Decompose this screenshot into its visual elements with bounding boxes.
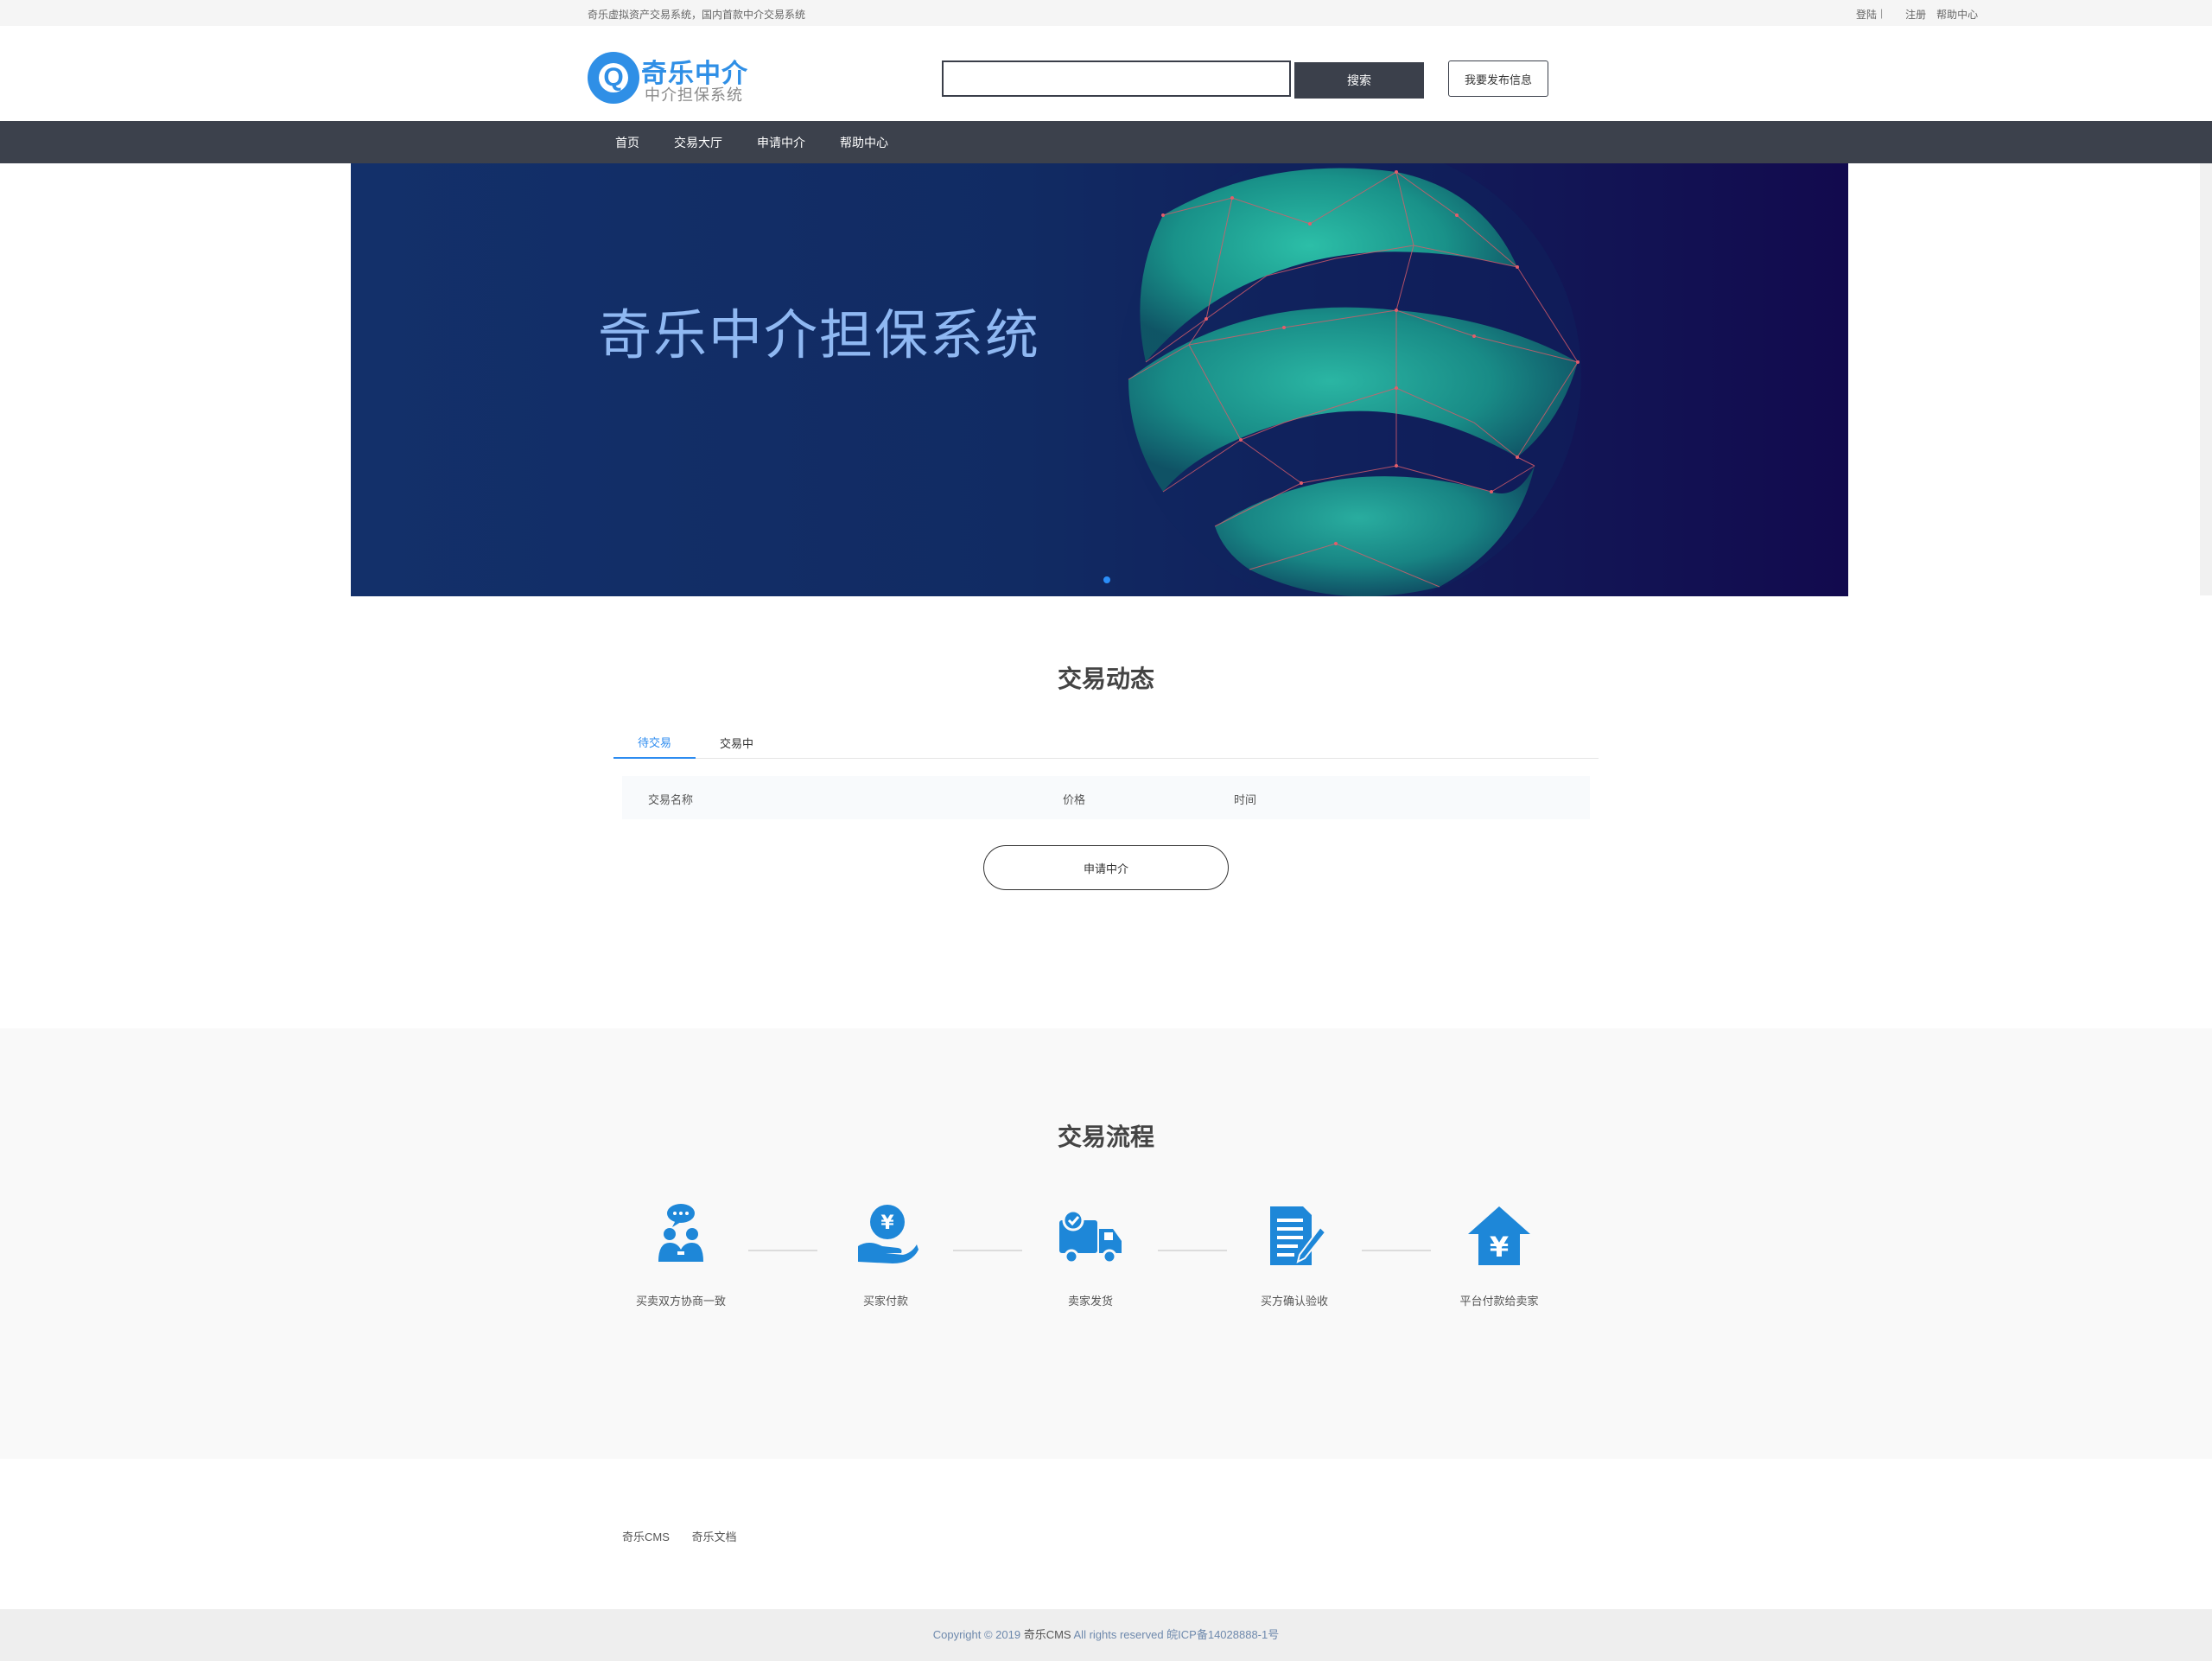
delivery-truck-icon	[1059, 1209, 1122, 1264]
flow-step-label: 卖家发货	[1067, 1295, 1113, 1308]
negotiate-icon	[658, 1204, 703, 1262]
help-center-link[interactable]: 帮助中心	[1936, 7, 1978, 22]
nav-item-home[interactable]: 首页	[615, 134, 639, 151]
top-bar: 奇乐虚拟资产交易系统，国内首款中介交易系统 登陆 | 注册 帮助中心	[0, 0, 2212, 26]
search-input[interactable]	[942, 60, 1291, 97]
column-name: 交易名称	[648, 793, 694, 806]
copyright-prefix: Copyright © 2019	[932, 1628, 1021, 1641]
confirm-document-icon	[1270, 1206, 1327, 1265]
publish-info-button[interactable]: 我要发布信息	[1448, 60, 1548, 97]
flow-step: ¥ 平台付款给卖家	[1413, 1201, 1586, 1308]
nav-item-help[interactable]: 帮助中心	[840, 134, 888, 151]
svg-text:¥: ¥	[880, 1212, 894, 1234]
footer-link-cms[interactable]: 奇乐CMS	[622, 1531, 670, 1543]
trade-tabs: 待交易 交易中	[613, 726, 1599, 759]
flow-step: 买方确认验收	[1208, 1201, 1381, 1308]
trade-table-header: 交易名称 价格 时间	[622, 776, 1590, 819]
copyright-bar: Copyright © 2019 奇乐CMS All rights reserv…	[0, 1609, 2212, 1661]
svg-text:¥: ¥	[1490, 1231, 1509, 1263]
footer-link-docs[interactable]: 奇乐文档	[692, 1531, 737, 1543]
footer-links: 奇乐CMS 奇乐文档	[622, 1528, 756, 1544]
top-links: 登陆 | 注册 帮助中心	[1856, 7, 1978, 22]
header: Q 奇乐中介 中介担保系统 搜索 我要发布信息	[0, 26, 2212, 121]
logo-subtitle: 中介担保系统	[645, 86, 743, 104]
house-yen-icon: ¥	[1468, 1206, 1530, 1265]
carousel-dot[interactable]	[1103, 576, 1110, 583]
trade-section-title: 交易动态	[1057, 665, 1154, 692]
tab-pending[interactable]: 待交易	[613, 726, 696, 759]
side-scrollbar[interactable]	[2200, 163, 2212, 595]
copyright-brand[interactable]: 奇乐CMS	[1024, 1628, 1071, 1641]
copyright-suffix: All rights reserved 皖ICP备14028888-1号	[1073, 1628, 1280, 1641]
column-price: 价格	[1063, 793, 1086, 806]
nav-item-trade-hall[interactable]: 交易大厅	[674, 134, 722, 151]
flow-step-label: 买家付款	[862, 1295, 908, 1308]
main-nav: 首页 交易大厅 申请中介 帮助中心	[0, 121, 2212, 163]
flow-step: ¥ 买家付款	[799, 1201, 972, 1308]
flow-step: 买卖双方协商一致	[594, 1201, 767, 1308]
column-time: 时间	[1234, 793, 1257, 806]
search-button[interactable]: 搜索	[1294, 62, 1424, 99]
logo-mark: Q	[588, 52, 639, 104]
logo-letter: Q	[599, 63, 628, 92]
payment-icon: ¥	[858, 1205, 918, 1263]
tab-in-progress[interactable]: 交易中	[696, 726, 778, 759]
trade-flow-section: 交易流程 买卖双方协商一致 ¥ 买家付款 卖家发货 买方确认验收 ¥ 平台付款给…	[0, 1028, 2212, 1459]
flow-step: 卖家发货	[1004, 1201, 1177, 1308]
site-tagline: 奇乐虚拟资产交易系统，国内首款中介交易系统	[588, 9, 806, 21]
apply-agent-button[interactable]: 申请中介	[983, 845, 1229, 890]
polygon-globe-illustration	[1118, 163, 1581, 596]
hero-banner[interactable]: 奇乐中介担保系统	[351, 163, 1848, 596]
flow-step-label: 买卖双方协商一致	[635, 1295, 726, 1308]
nav-item-apply-agent[interactable]: 申请中介	[757, 134, 805, 151]
flow-section-title: 交易流程	[1057, 1123, 1154, 1150]
login-link[interactable]: 登陆	[1856, 7, 1877, 22]
flow-step-label: 买方确认验收	[1260, 1295, 1328, 1308]
link-separator: |	[1880, 7, 1884, 19]
flow-step-label: 平台付款给卖家	[1459, 1295, 1539, 1308]
banner-headline: 奇乐中介担保系统	[598, 306, 1041, 366]
register-link[interactable]: 注册	[1905, 7, 1926, 22]
site-logo[interactable]: Q 奇乐中介 中介担保系统	[588, 52, 760, 105]
